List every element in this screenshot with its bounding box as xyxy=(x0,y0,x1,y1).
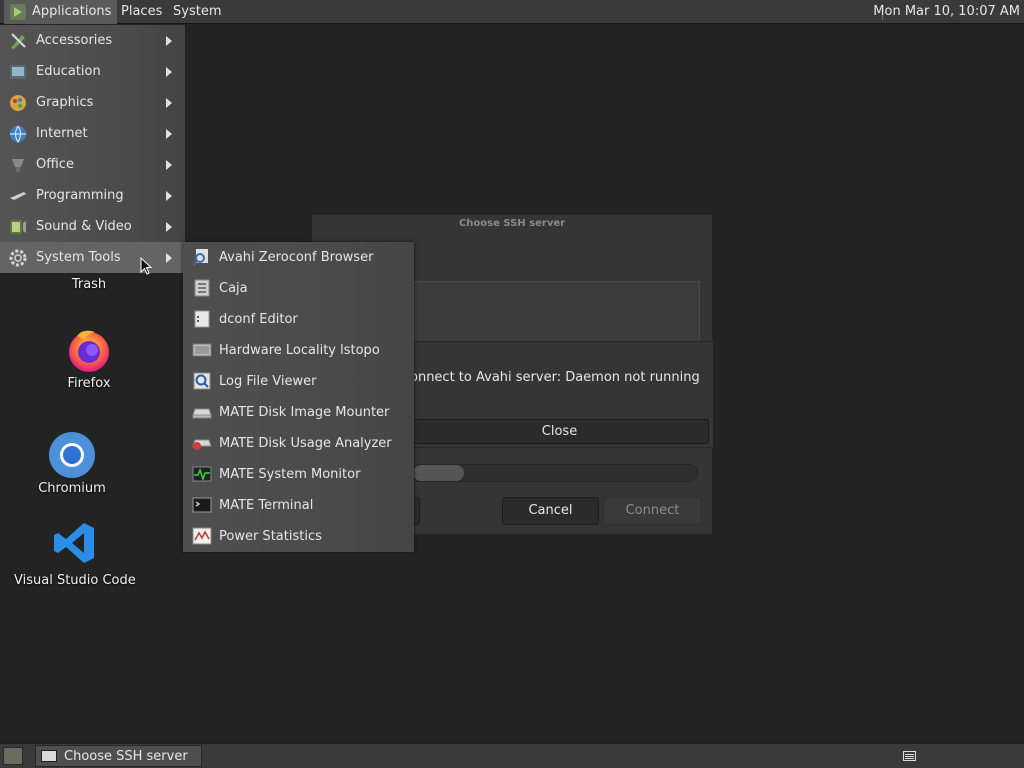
firefox-icon xyxy=(69,330,109,372)
avahi-icon xyxy=(193,249,208,266)
cancel-button[interactable]: Cancel xyxy=(502,497,599,525)
system-tools-submenu: Avahi Zeroconf Browser Caja dconf Editor… xyxy=(183,242,414,552)
submenu-item-label: Hardware Locality lstopo xyxy=(219,343,380,358)
disk-usage-icon xyxy=(192,439,212,450)
caja-icon xyxy=(194,279,210,297)
submenu-item-label: Log File Viewer xyxy=(219,374,317,389)
submenu-item-label: Power Statistics xyxy=(219,529,322,544)
vscode-icon xyxy=(54,523,94,563)
terminal-icon xyxy=(192,497,212,513)
workspace-switcher-icon[interactable] xyxy=(903,751,916,761)
avahi-error-dialog: onnect to Avahi server: Daemon not runni… xyxy=(395,341,714,448)
applications-menu: Accessories Education Graphics Internet … xyxy=(0,25,185,273)
bottom-panel: Choose SSH server xyxy=(0,743,1024,768)
system-tools-icon xyxy=(9,249,27,267)
dialog-title: Choose SSH server xyxy=(458,218,566,229)
log-viewer-icon xyxy=(193,372,211,390)
lstopo-icon xyxy=(192,343,212,357)
chromium-icon xyxy=(49,432,95,478)
menu-item-label: Graphics xyxy=(36,95,94,110)
submenu-arrow-icon xyxy=(166,253,172,263)
graphics-icon xyxy=(10,95,26,111)
submenu-item-label: MATE Disk Image Mounter xyxy=(219,405,390,420)
submenu-arrow-icon xyxy=(166,67,172,77)
menu-item-education[interactable]: Education xyxy=(0,56,185,87)
menu-item-label: Accessories xyxy=(36,33,113,48)
menu-item-label: Internet xyxy=(36,126,88,141)
trash-label: Trash xyxy=(71,277,107,292)
submenu-item-label: MATE System Monitor xyxy=(219,467,361,482)
connect-button[interactable]: Connect xyxy=(603,497,702,525)
submenu-item-label: dconf Editor xyxy=(219,312,298,327)
menu-item-label: Programming xyxy=(36,188,124,203)
submenu-arrow-icon xyxy=(166,222,172,232)
window-icon xyxy=(41,750,57,762)
mouse-cursor-icon xyxy=(140,257,152,275)
submenu-item-disk-mounter[interactable]: MATE Disk Image Mounter xyxy=(183,397,414,428)
menu-item-programming[interactable]: Programming xyxy=(0,180,185,211)
vscode-label: Visual Studio Code xyxy=(14,573,136,588)
desktop-icon-chromium[interactable]: Chromium xyxy=(37,431,107,496)
dconf-icon xyxy=(194,310,210,328)
progress-fill xyxy=(413,465,465,481)
submenu-item-avahi[interactable]: Avahi Zeroconf Browser xyxy=(183,242,414,273)
error-message: onnect to Avahi server: Daemon not runni… xyxy=(410,370,700,385)
system-menu-button[interactable]: System xyxy=(168,0,226,24)
disk-mounter-icon xyxy=(192,408,212,419)
server-list[interactable] xyxy=(412,281,700,343)
submenu-item-label: MATE Terminal xyxy=(219,498,314,513)
taskbar-window-title: Choose SSH server xyxy=(64,748,188,764)
submenu-item-lstopo[interactable]: Hardware Locality lstopo xyxy=(183,335,414,366)
menu-item-sound-video[interactable]: Sound & Video xyxy=(0,211,185,242)
submenu-item-terminal[interactable]: MATE Terminal xyxy=(183,490,414,521)
mate-logo-icon xyxy=(10,4,26,20)
menu-item-label: Education xyxy=(36,64,101,79)
desktop-icon-vscode[interactable]: Visual Studio Code xyxy=(14,521,136,588)
power-stats-icon xyxy=(192,527,212,545)
applications-menu-button[interactable]: Applications xyxy=(4,0,118,24)
office-icon xyxy=(12,159,24,172)
menu-item-label: Office xyxy=(36,157,74,172)
system-monitor-icon xyxy=(192,466,212,482)
submenu-item-label: Caja xyxy=(219,281,248,296)
submenu-item-label: Avahi Zeroconf Browser xyxy=(219,250,374,265)
programming-icon xyxy=(10,192,26,200)
clock[interactable]: Mon Mar 10, 10:07 AM xyxy=(873,0,1020,24)
submenu-arrow-icon xyxy=(166,160,172,170)
desktop-icon-firefox[interactable]: Firefox xyxy=(54,326,124,391)
submenu-arrow-icon xyxy=(166,98,172,108)
show-desktop-button[interactable] xyxy=(3,747,23,765)
search-progress-bar xyxy=(412,464,698,482)
menu-item-internet[interactable]: Internet xyxy=(0,118,185,149)
submenu-item-label: MATE Disk Usage Analyzer xyxy=(219,436,392,451)
firefox-label: Firefox xyxy=(67,376,111,391)
menu-item-accessories[interactable]: Accessories xyxy=(0,25,185,56)
desktop-icon-trash[interactable]: Trash xyxy=(60,277,118,292)
menu-item-office[interactable]: Office xyxy=(0,149,185,180)
internet-icon xyxy=(10,125,26,144)
submenu-item-dconf[interactable]: dconf Editor xyxy=(183,304,414,335)
places-menu-button[interactable]: Places xyxy=(116,0,167,24)
submenu-item-system-monitor[interactable]: MATE System Monitor xyxy=(183,459,414,490)
menu-item-label: System Tools xyxy=(36,250,121,265)
submenu-item-caja[interactable]: Caja xyxy=(183,273,414,304)
applications-label: Applications xyxy=(32,4,112,19)
submenu-arrow-icon xyxy=(166,191,172,201)
menu-item-graphics[interactable]: Graphics xyxy=(0,87,185,118)
submenu-item-disk-usage[interactable]: MATE Disk Usage Analyzer xyxy=(183,428,414,459)
accessories-icon xyxy=(11,33,26,49)
menu-item-system-tools[interactable]: System Tools xyxy=(0,242,185,273)
submenu-item-log-viewer[interactable]: Log File Viewer xyxy=(183,366,414,397)
education-icon xyxy=(10,65,26,79)
close-button[interactable]: Close xyxy=(410,419,709,444)
submenu-item-power-stats[interactable]: Power Statistics xyxy=(183,521,414,552)
submenu-arrow-icon xyxy=(166,129,172,139)
taskbar-window-button[interactable]: Choose SSH server xyxy=(35,745,202,767)
top-panel: Applications Places System Mon Mar 10, 1… xyxy=(0,0,1024,24)
submenu-arrow-icon xyxy=(166,36,172,46)
chromium-label: Chromium xyxy=(38,481,106,496)
sound-video-icon xyxy=(10,220,26,234)
menu-item-label: Sound & Video xyxy=(36,219,132,234)
